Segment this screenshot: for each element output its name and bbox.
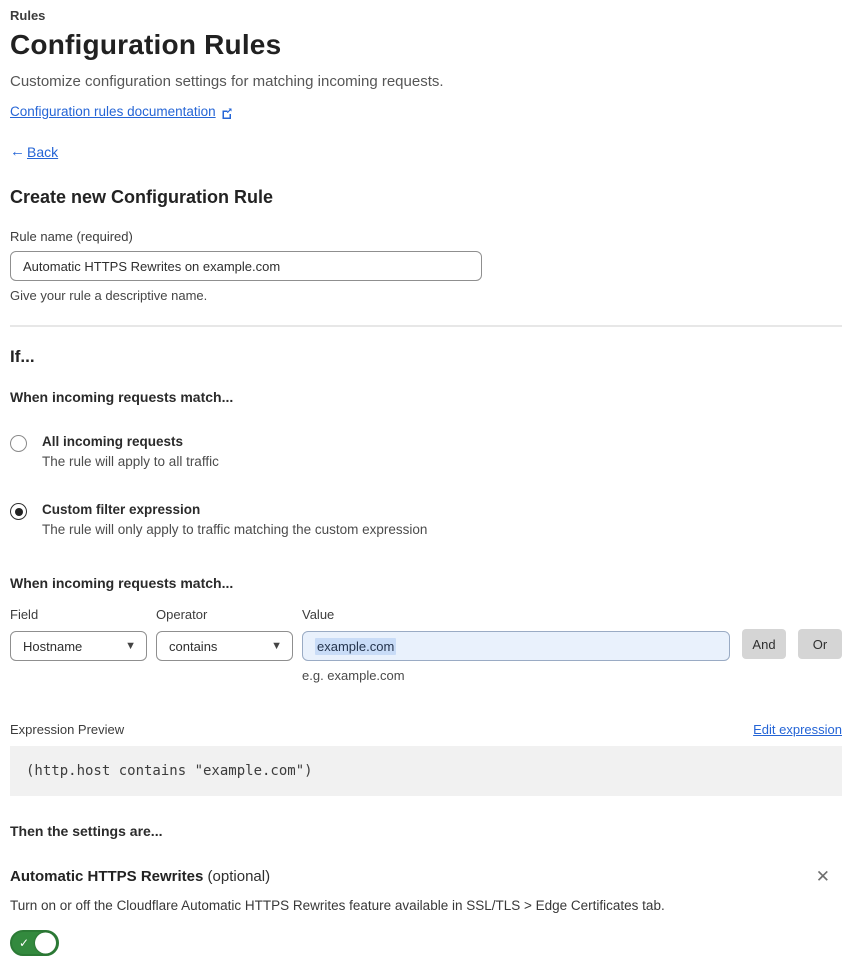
rule-name-label: Rule name (required) — [10, 229, 133, 244]
rule-name-value: Automatic HTTPS Rewrites on example.com — [23, 258, 281, 274]
automatic-https-rewrites-toggle[interactable]: ✓ — [10, 930, 59, 956]
then-settings-heading: Then the settings are... — [10, 823, 163, 839]
field-select-value: Hostname — [23, 638, 83, 654]
back-arrow-icon: ← — [10, 143, 25, 160]
create-rule-heading: Create new Configuration Rule — [10, 187, 274, 207]
expression-preview-code: (http.host contains "example.com") — [10, 746, 842, 796]
field-column: Field Hostname ▼ — [10, 607, 147, 661]
field-select[interactable]: Hostname ▼ — [10, 631, 147, 661]
rule-name-helper: Give your rule a descriptive name. — [10, 288, 208, 303]
back-link[interactable]: Back — [27, 144, 58, 160]
radio-option-description: The rule will apply to all traffic — [42, 454, 219, 469]
chevron-down-icon: ▼ — [271, 639, 282, 652]
operator-select[interactable]: contains ▼ — [156, 631, 293, 661]
operator-select-value: contains — [169, 638, 218, 654]
radio-option-label: All incoming requests — [42, 434, 184, 449]
rule-name-input[interactable]: Automatic HTTPS Rewrites on example.com — [10, 251, 482, 281]
setting-title: Automatic HTTPS Rewrites (optional) — [10, 868, 270, 885]
operator-label: Operator — [156, 607, 208, 622]
toggle-knob — [35, 932, 56, 954]
builder-match-label: When incoming requests match... — [10, 575, 234, 591]
expression-preview-label: Expression Preview — [10, 722, 125, 737]
chevron-down-icon: ▼ — [125, 639, 136, 652]
setting-optional-label: (optional) — [207, 868, 271, 885]
doc-link-row: Configuration rules documentation — [10, 104, 842, 119]
value-column: Value example.com — [302, 607, 730, 661]
value-input-text: example.com — [315, 637, 397, 655]
radio-icon-selected[interactable] — [10, 503, 27, 520]
radio-option-text: All incoming requests The rule will appl… — [42, 434, 219, 469]
expression-preview-row: Expression Preview Edit expression — [10, 722, 842, 737]
operator-column: Operator contains ▼ — [156, 607, 293, 661]
page-subtitle: Customize configuration settings for mat… — [10, 73, 444, 90]
external-link-icon — [221, 106, 233, 119]
close-icon[interactable]: ✕ — [810, 866, 836, 887]
value-label: Value — [302, 607, 335, 622]
breadcrumb: Rules — [10, 8, 46, 23]
or-button[interactable]: Or — [798, 629, 842, 659]
and-button[interactable]: And — [742, 629, 786, 659]
radio-option-custom-filter[interactable]: Custom filter expression The rule will o… — [10, 502, 842, 537]
edit-expression-link[interactable]: Edit expression — [753, 722, 842, 737]
expression-builder-row: Field Hostname ▼ Operator contains ▼ Val… — [10, 607, 842, 661]
if-heading: If... — [10, 347, 35, 366]
back-row: ← Back — [10, 143, 842, 160]
match-label: When incoming requests match... — [10, 389, 234, 405]
radio-icon-unselected[interactable] — [10, 435, 27, 452]
radio-option-text: Custom filter expression The rule will o… — [42, 502, 427, 537]
setting-title-text: Automatic HTTPS Rewrites — [10, 868, 204, 885]
documentation-link[interactable]: Configuration rules documentation — [10, 104, 216, 119]
value-input[interactable]: example.com — [302, 631, 730, 661]
field-label: Field — [10, 607, 39, 622]
radio-option-all-requests[interactable]: All incoming requests The rule will appl… — [10, 434, 842, 469]
setting-header: Automatic HTTPS Rewrites (optional) ✕ — [10, 866, 842, 887]
check-icon: ✓ — [19, 936, 30, 950]
radio-option-label: Custom filter expression — [42, 502, 201, 517]
page-title: Configuration Rules — [10, 29, 282, 60]
value-helper-text: e.g. example.com — [302, 668, 405, 683]
radio-option-description: The rule will only apply to traffic matc… — [42, 522, 428, 537]
section-divider — [10, 325, 842, 327]
